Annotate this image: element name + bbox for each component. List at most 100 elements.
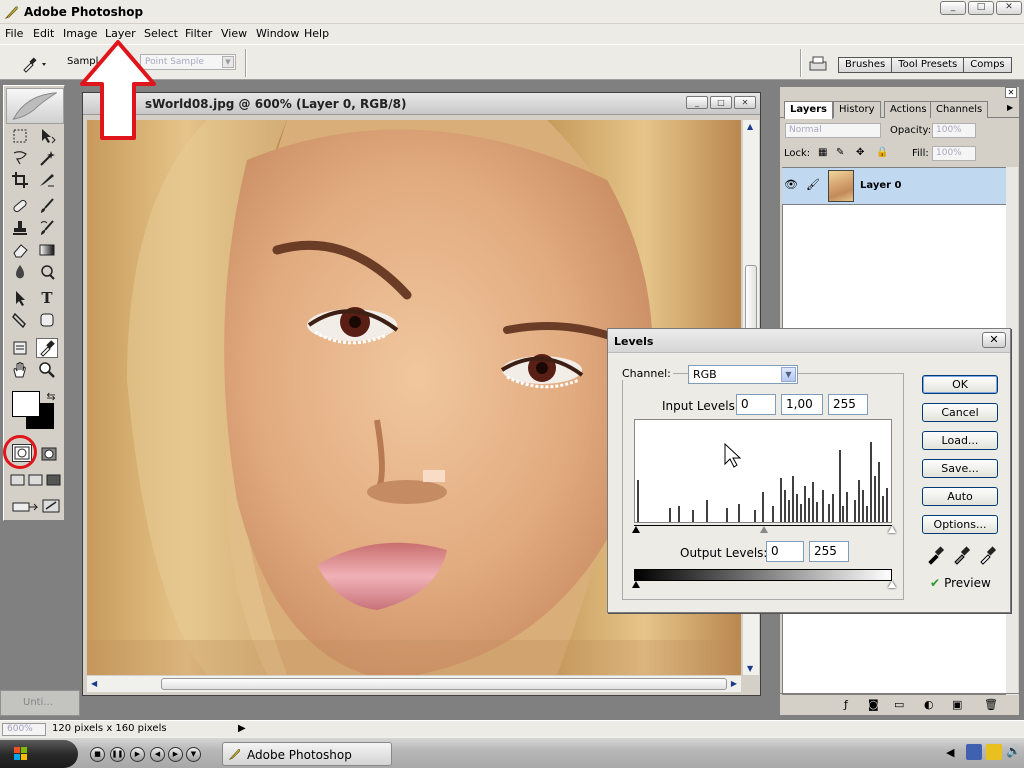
menu-image[interactable]: Image — [63, 27, 97, 40]
output-white-slider[interactable] — [888, 581, 896, 588]
dialog-title-bar[interactable]: Levels ✕ — [608, 329, 1010, 353]
media-pause-icon[interactable]: ❚❚ — [110, 747, 125, 762]
start-button[interactable] — [0, 740, 78, 768]
auto-button[interactable]: Auto — [922, 487, 998, 506]
xp-icon[interactable] — [966, 744, 982, 760]
screen-mode-icons[interactable] — [9, 470, 63, 490]
magic-wand-icon[interactable] — [36, 148, 58, 168]
input-black-field[interactable]: 0 — [736, 394, 776, 415]
eyedropper-tool-preset-icon[interactable] — [20, 55, 48, 73]
shape-tool-icon[interactable] — [36, 310, 58, 330]
opacity-field[interactable]: 100% — [932, 123, 976, 138]
move-tool-icon[interactable] — [36, 126, 58, 146]
tray-arrow-icon[interactable]: ◀ — [946, 746, 954, 759]
tab-layers[interactable]: Layers — [784, 101, 833, 119]
menu-select[interactable]: Select — [144, 27, 178, 40]
zoom-tool-icon[interactable] — [36, 360, 58, 380]
lock-transparent-icon[interactable]: ▦ — [818, 147, 827, 158]
eraser-tool-icon[interactable] — [9, 240, 31, 260]
status-menu-icon[interactable]: ▶ — [238, 723, 246, 734]
type-tool-icon[interactable]: T — [36, 288, 58, 308]
input-gamma-field[interactable]: 1,00 — [781, 394, 823, 415]
menu-window[interactable]: Window — [256, 27, 299, 40]
brush-link-icon[interactable]: 🖌 — [806, 178, 824, 194]
crop-tool-icon[interactable] — [9, 170, 31, 190]
palette-menu-icon[interactable]: ▶ — [1007, 103, 1017, 115]
ok-button[interactable]: OK — [922, 375, 998, 394]
hand-tool-icon[interactable] — [9, 360, 31, 380]
pen-tool-icon[interactable] — [9, 310, 31, 330]
healing-brush-icon[interactable] — [9, 196, 31, 216]
input-white-slider[interactable] — [888, 526, 896, 533]
path-selection-icon[interactable] — [9, 288, 31, 308]
maximize-button[interactable]: □ — [968, 1, 994, 15]
media-menu-icon[interactable]: ▼ — [186, 747, 201, 762]
history-brush-icon[interactable] — [36, 218, 58, 238]
save-button[interactable]: Save... — [922, 459, 998, 478]
lock-image-icon[interactable]: ✎ — [836, 147, 844, 158]
output-black-field[interactable]: 0 — [766, 541, 804, 562]
input-black-slider[interactable] — [632, 526, 640, 533]
menu-layer[interactable]: Layer — [105, 27, 136, 40]
tab-actions[interactable]: Actions — [884, 101, 933, 118]
scroll-left-arrow[interactable]: ◀ — [91, 679, 97, 688]
load-button[interactable]: Load... — [922, 431, 998, 450]
scroll-thumb[interactable] — [161, 678, 727, 690]
scroll-up-arrow[interactable]: ▲ — [747, 122, 753, 131]
blur-tool-icon[interactable] — [9, 262, 31, 282]
clone-stamp-icon[interactable] — [9, 218, 31, 238]
scroll-down-arrow[interactable]: ▼ — [747, 664, 753, 673]
gray-eyedropper-icon[interactable] — [952, 545, 972, 565]
document-title-bar[interactable]: sWorld08.jpg @ 600% (Layer 0, RGB/8) _ □… — [83, 93, 760, 115]
tab-tool-presets[interactable]: Tool Presets — [892, 58, 965, 72]
brush-tool-icon[interactable] — [36, 196, 58, 216]
output-white-field[interactable]: 255 — [809, 541, 849, 562]
adobe-online-feather-icon[interactable] — [6, 88, 64, 124]
layer-style-icon[interactable]: ƒ — [844, 698, 848, 711]
input-white-field[interactable]: 255 — [828, 394, 868, 415]
tab-channels[interactable]: Channels — [930, 101, 989, 118]
jump-to-imageready-icon[interactable] — [9, 496, 63, 516]
close-button[interactable]: ✕ — [982, 332, 1006, 348]
close-button[interactable]: ✕ — [996, 1, 1022, 15]
new-group-icon[interactable]: ▭ — [894, 698, 904, 711]
marquee-tool-icon[interactable] — [9, 126, 31, 146]
tab-history[interactable]: History — [833, 101, 881, 118]
media-prev-icon[interactable]: ◀ — [150, 747, 165, 762]
zoom-field[interactable]: 600% — [2, 723, 46, 736]
eyedropper-tool-icon[interactable] — [36, 338, 58, 358]
output-black-slider[interactable] — [632, 581, 640, 588]
notes-tool-icon[interactable] — [9, 338, 31, 358]
doc-maximize-button[interactable]: □ — [710, 96, 732, 109]
swap-colors-icon[interactable]: ⇆ — [40, 386, 62, 406]
tab-brushes[interactable]: Brushes — [839, 58, 893, 72]
adjustment-layer-icon[interactable]: ◐ — [924, 698, 934, 711]
fill-field[interactable]: 100% — [932, 146, 976, 161]
lock-all-icon[interactable]: 🔒 — [876, 147, 888, 158]
media-stop-icon[interactable]: ■ — [90, 747, 105, 762]
white-eyedropper-icon[interactable] — [978, 545, 998, 565]
dodge-tool-icon[interactable] — [36, 262, 58, 282]
horizontal-scrollbar[interactable]: ◀ ▶ — [87, 676, 741, 692]
close-icon[interactable]: ✕ — [1005, 87, 1017, 98]
menu-help[interactable]: Help — [304, 27, 329, 40]
menu-edit[interactable]: Edit — [33, 27, 54, 40]
black-eyedropper-icon[interactable] — [926, 545, 946, 565]
menu-view[interactable]: View — [221, 27, 247, 40]
options-button[interactable]: Options... — [922, 515, 998, 534]
media-play-icon[interactable]: ▶ — [130, 747, 145, 762]
quick-mask-icon[interactable] — [38, 444, 60, 464]
add-mask-icon[interactable]: ◙ — [868, 698, 879, 711]
minimize-button[interactable]: _ — [940, 1, 966, 15]
file-browser-icon[interactable] — [808, 55, 828, 73]
trash-icon[interactable]: 🗑 — [984, 698, 998, 711]
menu-filter[interactable]: Filter — [185, 27, 212, 40]
palette-grip[interactable] — [780, 87, 1019, 99]
slice-tool-icon[interactable] — [36, 170, 58, 190]
doc-minimize-button[interactable]: _ — [686, 96, 708, 109]
lasso-tool-icon[interactable] — [9, 148, 31, 168]
gradient-tool-icon[interactable] — [36, 240, 58, 260]
foreground-color[interactable] — [12, 391, 40, 417]
layer-row[interactable]: 👁 🖌 Layer 0 — [782, 167, 1007, 205]
minimized-document[interactable]: Unti... — [0, 690, 80, 716]
